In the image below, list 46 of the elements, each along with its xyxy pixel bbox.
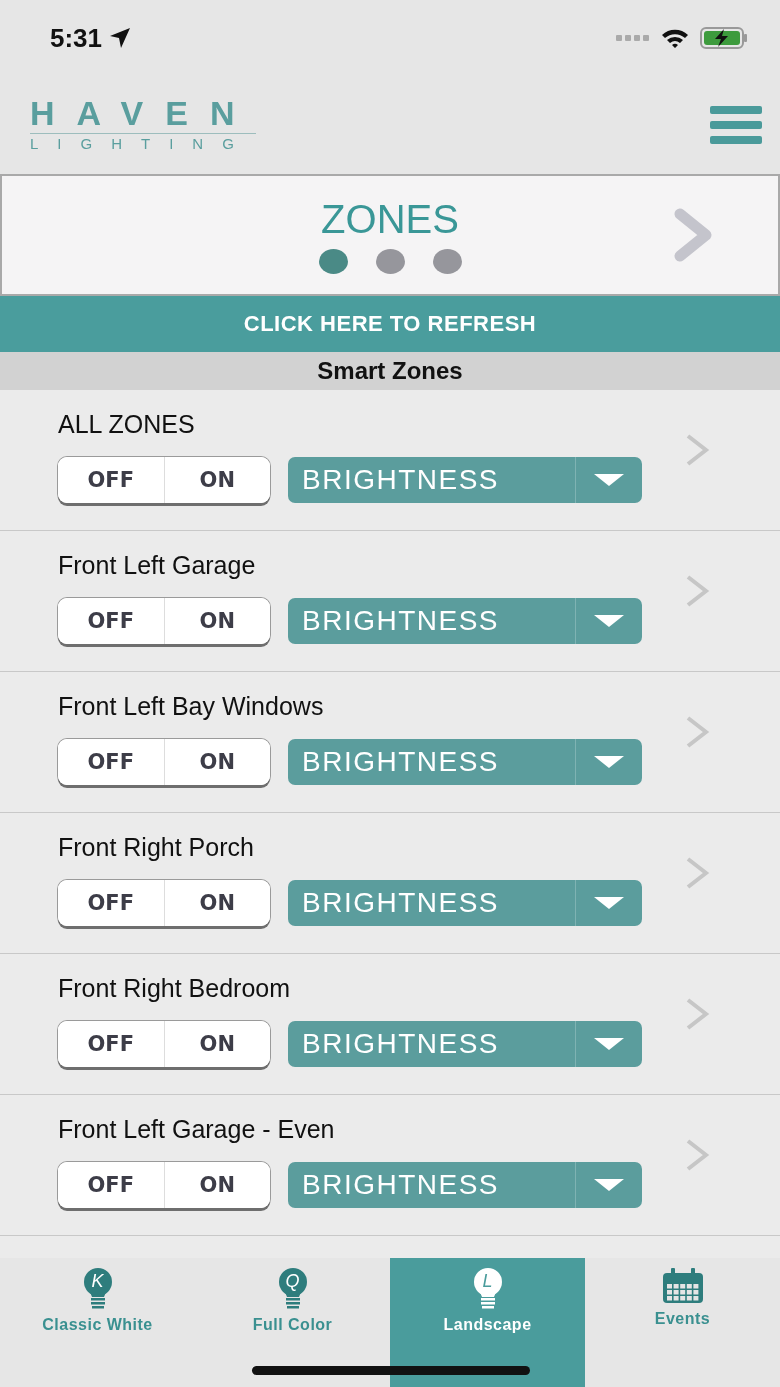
caret-icon (594, 1178, 624, 1192)
row-chevron-button[interactable] (684, 715, 710, 749)
logo-text: HAVEN (30, 96, 256, 134)
zone-name: Front Right Bedroom (58, 973, 292, 1003)
caret-icon (594, 755, 624, 769)
row-chevron-button[interactable] (684, 856, 710, 890)
zone-name: Front Left Garage (58, 550, 257, 580)
caret-icon (594, 1037, 624, 1051)
menu-icon (710, 106, 762, 144)
battery-icon (700, 27, 748, 49)
page-dot[interactable] (375, 248, 405, 274)
next-button[interactable] (674, 208, 714, 262)
chevron-right-icon (684, 433, 710, 467)
signal-icon (616, 33, 650, 43)
location-arrow-icon (108, 26, 133, 50)
on-button[interactable]: ON (163, 598, 270, 644)
row-chevron-button[interactable] (684, 433, 710, 467)
caret-icon (594, 614, 624, 628)
calendar-icon (661, 1268, 704, 1304)
zone-name: ALL ZONES (58, 409, 196, 439)
page-dot[interactable] (318, 248, 348, 274)
zone-name: Front Left Bay Windows (58, 691, 325, 721)
page-dot[interactable] (432, 248, 462, 274)
status-time: 5:31 (50, 22, 103, 54)
zone-name: Front Right Porch (58, 832, 255, 862)
row-chevron-button[interactable] (684, 997, 710, 1031)
row-chevron-button[interactable] (684, 574, 710, 608)
chevron-right-icon (674, 208, 714, 262)
section-header: Smart Zones (0, 352, 780, 390)
on-button[interactable]: ON (163, 457, 270, 503)
on-button[interactable]: ON (163, 1162, 270, 1208)
caret-icon (594, 473, 624, 487)
chevron-right-icon (684, 1138, 710, 1172)
on-button[interactable]: ON (163, 1021, 270, 1067)
caret-icon (594, 896, 624, 910)
on-button[interactable]: ON (163, 739, 270, 785)
chevron-right-icon (684, 715, 710, 749)
chevron-right-icon (684, 574, 710, 608)
banner-title: ZONES (321, 196, 459, 241)
wifi-icon (660, 27, 690, 49)
row-chevron-button[interactable] (684, 1138, 710, 1172)
zone-name: Front Left Garage - Even (58, 1114, 336, 1144)
chevron-right-icon (684, 997, 710, 1031)
chevron-right-icon (684, 856, 710, 890)
on-button[interactable]: ON (163, 880, 270, 926)
logo-subtitle: LIGHTING (30, 134, 254, 154)
